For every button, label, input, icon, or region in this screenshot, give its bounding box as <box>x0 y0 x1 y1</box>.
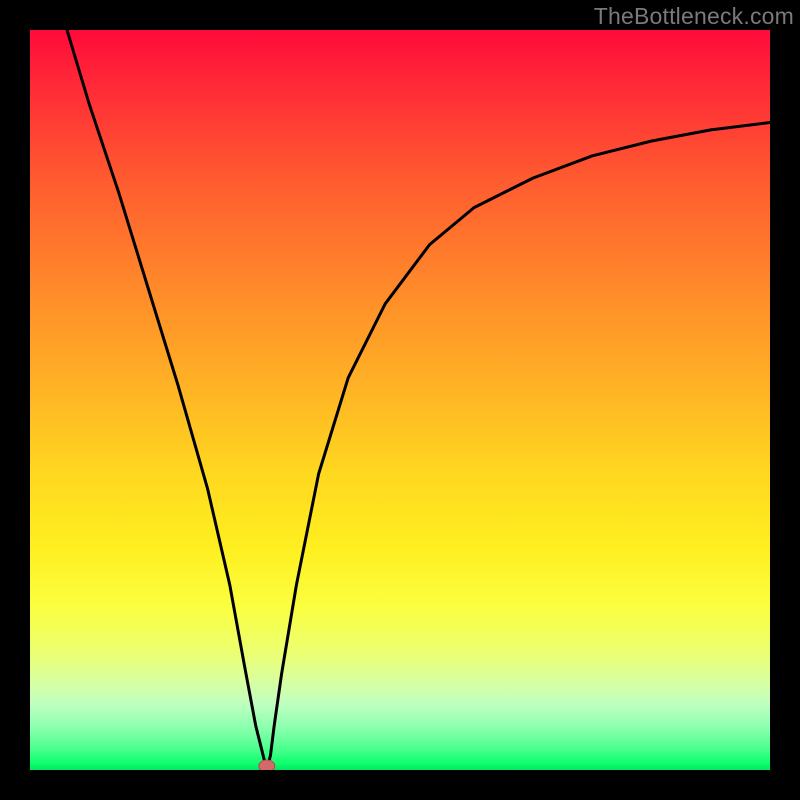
minimum-marker <box>259 760 275 770</box>
plot-area <box>30 30 770 770</box>
curve-svg <box>30 30 770 770</box>
bottleneck-curve <box>67 30 770 770</box>
chart-container: TheBottleneck.com <box>0 0 800 800</box>
watermark-label: TheBottleneck.com <box>594 3 794 30</box>
